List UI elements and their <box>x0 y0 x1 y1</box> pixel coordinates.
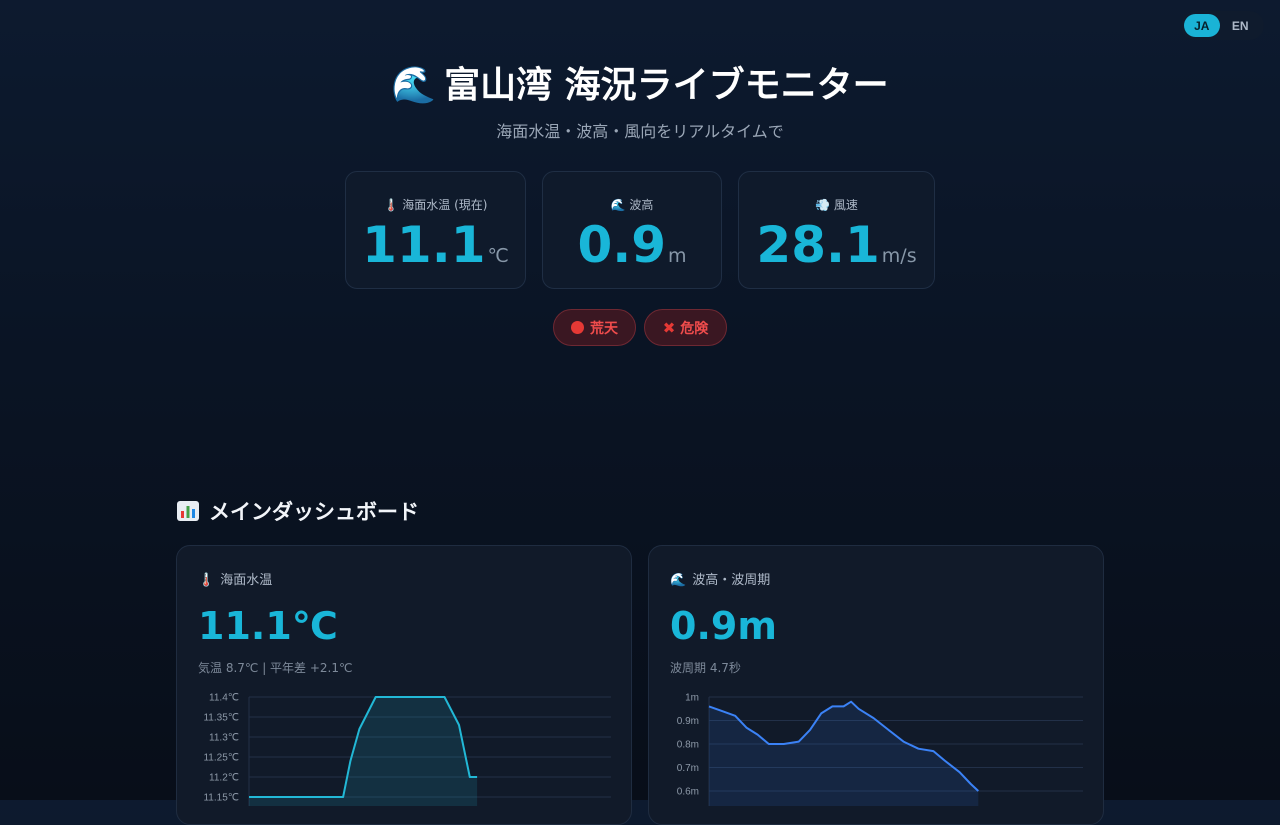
y-tick-label: 11.3℃ <box>209 733 239 744</box>
y-tick-label: 0.9m <box>677 716 699 727</box>
y-tick-label: 11.25℃ <box>203 753 239 764</box>
thermometer-icon: 🌡️ <box>198 573 215 588</box>
card-label: 海面水温 <box>220 573 273 588</box>
wind-icon: 💨 <box>815 198 831 212</box>
stat-wave-height: 🌊 波高 0.9 m <box>542 171 722 289</box>
stat-value: 11.1 <box>362 216 486 274</box>
language-en-button[interactable]: EN <box>1220 14 1261 37</box>
y-tick-label: 0.8m <box>677 740 699 751</box>
cross-mark-icon: ✖ <box>662 318 676 337</box>
status-badge-danger: ✖ 危険 <box>644 309 727 346</box>
section-title: メインダッシュボード <box>176 496 419 526</box>
bar-chart-icon <box>177 501 199 521</box>
thermometer-icon: 🌡️ <box>383 198 399 212</box>
section-title-text: メインダッシュボード <box>209 500 419 524</box>
wave-icon: 🌊 <box>391 65 437 106</box>
stat-unit: m <box>668 245 687 267</box>
y-tick-label: 1m <box>685 693 699 704</box>
language-ja-button[interactable]: JA <box>1184 14 1220 37</box>
card-label: 波高・波周期 <box>692 573 771 588</box>
sea-temp-card: 🌡️ 海面水温 11.1℃ 気温 8.7℃ | 平年差 +2.1℃ 11.4℃ 11… <box>176 545 632 825</box>
stat-value: 0.9 <box>577 216 667 274</box>
series-area <box>249 697 478 806</box>
card-subtext: 波周期 4.7秒 <box>670 661 741 675</box>
stat-sea-temp: 🌡️ 海面水温 (現在) 11.1 ℃ <box>345 171 526 289</box>
wave-height-chart: 1m 0.9m 0.8m 0.7m 0.6m <box>677 693 1083 806</box>
red-circle-icon <box>571 321 584 334</box>
y-tick-label: 0.6m <box>677 787 699 798</box>
badge-label: 危険 <box>680 320 709 337</box>
sea-temp-chart: 11.4℃ 11.35℃ 11.3℃ 11.25℃ 11.2℃ 11.15℃ <box>203 693 611 806</box>
y-tick-label: 11.35℃ <box>203 713 239 724</box>
card-value: 11.1℃ <box>198 604 338 648</box>
page-title: 🌊 富山湾 海況ライブモニター <box>0 58 1280 114</box>
y-tick-label: 11.15℃ <box>203 793 239 804</box>
stat-label: 風速 <box>833 198 858 212</box>
status-badge-weather: 荒天 <box>553 309 636 346</box>
stat-label: 波高 <box>629 198 654 212</box>
wave-icon: 🌊 <box>670 573 687 588</box>
stat-value: 28.1 <box>756 216 880 274</box>
stat-unit: m/s <box>881 245 917 267</box>
card-subtext: 気温 8.7℃ | 平年差 +2.1℃ <box>198 661 353 675</box>
stat-unit: ℃ <box>487 245 509 267</box>
y-tick-label: 11.2℃ <box>209 773 239 784</box>
y-tick-label: 0.7m <box>677 763 699 774</box>
stat-wind-speed: 💨 風速 28.1 m/s <box>738 171 935 289</box>
y-tick-label: 11.4℃ <box>209 693 239 704</box>
card-value: 0.9m <box>670 604 777 648</box>
page-title-text: 富山湾 海況ライブモニター <box>444 65 889 106</box>
page-subtitle: 海面水温・波高・風向をリアルタイムで <box>496 122 784 141</box>
wave-icon: 🌊 <box>610 198 626 212</box>
stat-label: 海面水温 (現在) <box>402 198 488 212</box>
wave-card: 🌊 波高・波周期 0.9m 波周期 4.7秒 1m 0.9m 0.8m 0.7m 0.6m <box>648 545 1104 825</box>
summary-stats: 🌡️ 海面水温 (現在) 11.1 ℃ 🌊 波高 0.9 m 💨 風速 28.1 m/… <box>345 171 935 289</box>
badge-label: 荒天 <box>590 320 618 337</box>
page-header: 🌊 富山湾 海況ライブモニター 海面水温・波高・風向をリアルタイムで <box>0 58 1280 142</box>
language-toggle: JA EN <box>1181 11 1264 40</box>
